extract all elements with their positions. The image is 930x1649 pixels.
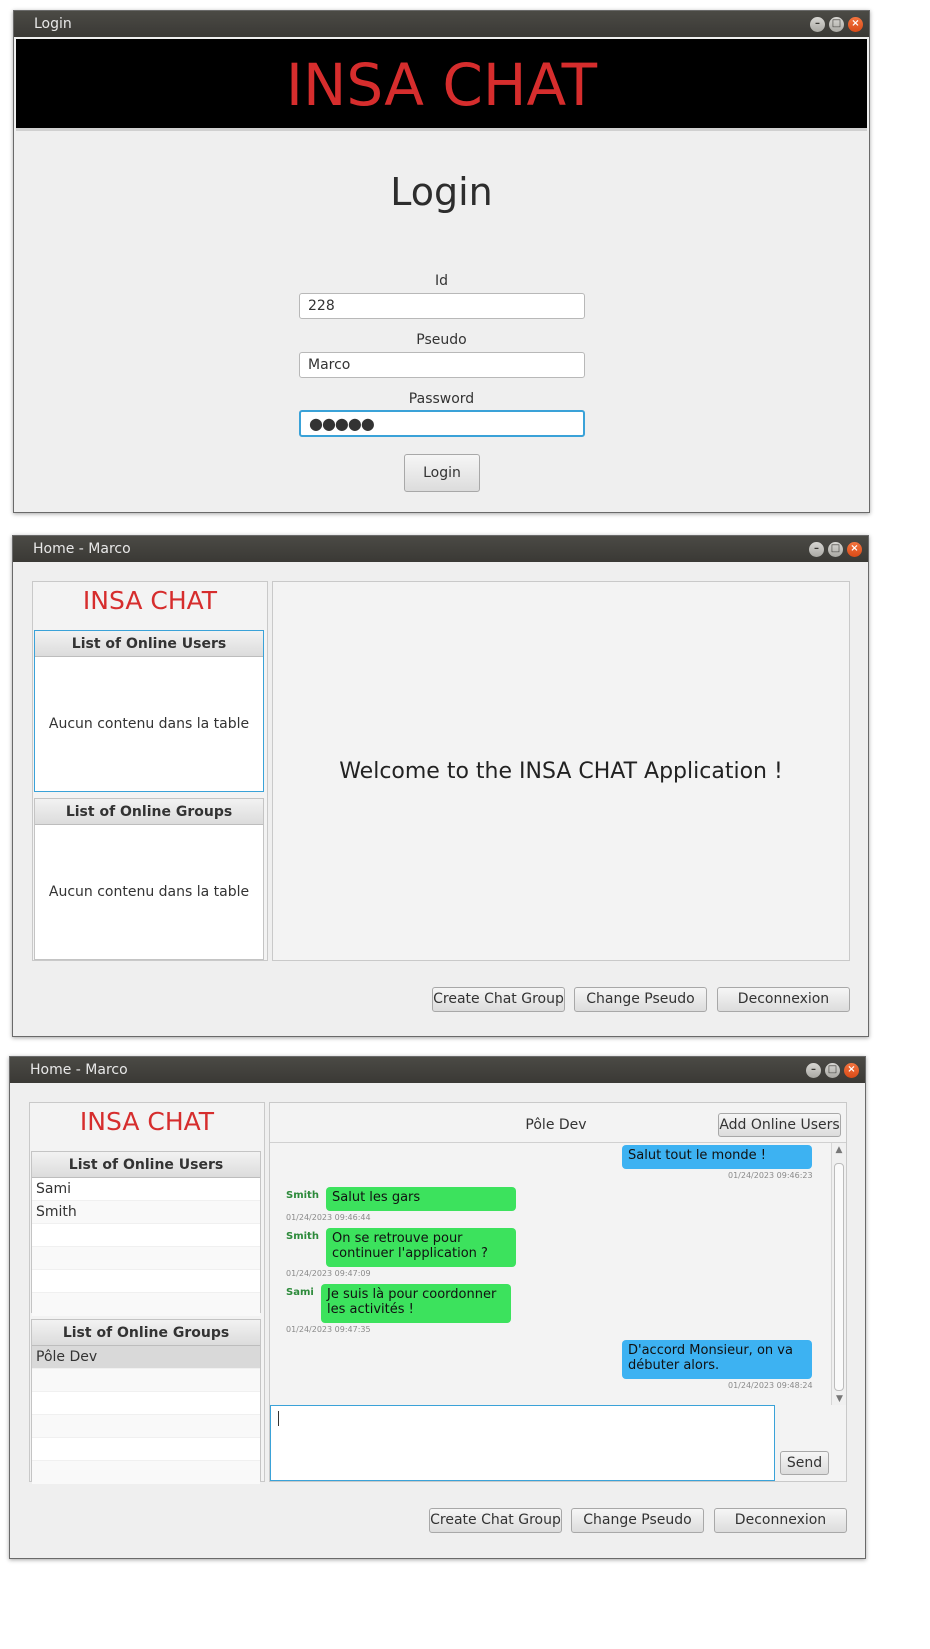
message-bubble-outgoing: Salut tout le monde !: [622, 1145, 812, 1169]
online-groups-table[interactable]: List of Online Groups Pôle Dev: [31, 1319, 261, 1484]
close-icon[interactable]: ×: [848, 17, 863, 32]
table-row: [32, 1224, 260, 1247]
deconnexion-button[interactable]: Deconnexion: [717, 987, 850, 1012]
chat-content: INSA CHAT List of Online Users Sami Smit…: [10, 1083, 865, 1558]
text-cursor: [278, 1411, 279, 1426]
table-row: [32, 1461, 260, 1484]
online-users-header[interactable]: List of Online Users: [35, 631, 263, 657]
welcome-message: Welcome to the INSA CHAT Application !: [339, 759, 783, 784]
home-content: INSA CHAT List of Online Users Aucun con…: [13, 562, 868, 1036]
maximize-icon[interactable]: □: [829, 17, 844, 32]
online-groups-table[interactable]: List of Online Groups Aucun contenu dans…: [34, 798, 264, 960]
id-field[interactable]: 228: [299, 293, 585, 319]
login-button[interactable]: Login: [404, 454, 480, 492]
table-row: [32, 1270, 260, 1293]
home-window: Home - Marco – □ × INSA CHAT List of Onl…: [12, 535, 869, 1037]
message-timestamp: 01/24/2023 09:46:44: [286, 1213, 371, 1222]
minimize-icon[interactable]: –: [806, 1063, 821, 1078]
message-bubble-incoming: On se retrouve pour continuer l'applicat…: [326, 1228, 516, 1267]
chat-pane: Pôle Dev Add Online Users Salut tout le …: [269, 1102, 847, 1482]
message-bubble-incoming: Je suis là pour coordonner les activités…: [321, 1284, 511, 1323]
message-bubble-outgoing: D'accord Monsieur, on va débuter alors.: [622, 1340, 812, 1379]
message-timestamp: 01/24/2023 09:47:35: [286, 1325, 371, 1334]
message-timestamp: 01/24/2023 09:46:23: [728, 1171, 813, 1180]
pseudo-field[interactable]: Marco: [299, 352, 585, 378]
login-heading: Login: [390, 170, 493, 214]
banner: INSA CHAT: [16, 39, 867, 131]
user-row-smith[interactable]: Smith: [32, 1201, 260, 1224]
window-title: Home - Marco: [30, 1062, 128, 1078]
maximize-icon[interactable]: □: [828, 542, 843, 557]
message-sender: Sami: [286, 1287, 314, 1298]
table-row: [32, 1415, 260, 1438]
window-title: Home - Marco: [33, 541, 131, 557]
minimize-icon[interactable]: –: [810, 17, 825, 32]
brand-title: INSA CHAT: [79, 1107, 215, 1136]
scroll-thumb[interactable]: [834, 1163, 844, 1391]
online-groups-header[interactable]: List of Online Groups: [32, 1320, 260, 1346]
user-row-sami[interactable]: Sami: [32, 1178, 260, 1201]
close-icon[interactable]: ×: [847, 542, 862, 557]
messages-scrollbar[interactable]: ▲ ▼: [831, 1143, 846, 1405]
message-sender: Smith: [286, 1190, 319, 1201]
users-empty-placeholder: Aucun contenu dans la table: [48, 716, 250, 732]
login-window: Login – □ × INSA CHAT Login Id 228 Pseud…: [13, 10, 870, 513]
online-users-header[interactable]: List of Online Users: [32, 1152, 260, 1178]
maximize-icon[interactable]: □: [825, 1063, 840, 1078]
minimize-icon[interactable]: –: [809, 542, 824, 557]
table-row: [32, 1247, 260, 1270]
sidebar: INSA CHAT List of Online Users Sami Smit…: [29, 1102, 265, 1484]
table-row: [32, 1438, 260, 1461]
message-timestamp: 01/24/2023 09:48:24: [728, 1381, 813, 1390]
group-row-pole-dev[interactable]: Pôle Dev: [32, 1346, 260, 1369]
login-content: INSA CHAT Login Id 228 Pseudo Marco Pass…: [14, 37, 869, 512]
home-titlebar[interactable]: Home - Marco – □ ×: [13, 536, 868, 562]
pseudo-label: Pseudo: [416, 332, 467, 348]
change-pseudo-button[interactable]: Change Pseudo: [571, 1508, 704, 1533]
chat-window: Home - Marco – □ × INSA CHAT List of Onl…: [9, 1056, 866, 1559]
message-bubble-incoming: Salut les gars: [326, 1187, 516, 1211]
sidebar: INSA CHAT List of Online Users Aucun con…: [32, 581, 268, 961]
banner-title: INSA CHAT: [285, 51, 598, 119]
online-groups-header[interactable]: List of Online Groups: [35, 799, 263, 825]
main-pane: Welcome to the INSA CHAT Application !: [272, 581, 850, 961]
messages-area[interactable]: Salut tout le monde ! 01/24/2023 09:46:2…: [270, 1142, 846, 1405]
table-row: [32, 1369, 260, 1392]
groups-empty-placeholder: Aucun contenu dans la table: [48, 884, 250, 900]
send-button[interactable]: Send: [780, 1451, 829, 1475]
chat-titlebar[interactable]: Home - Marco – □ ×: [10, 1057, 865, 1083]
close-icon[interactable]: ×: [844, 1063, 859, 1078]
password-label: Password: [408, 391, 475, 407]
id-label: Id: [434, 273, 448, 289]
brand-title: INSA CHAT: [82, 586, 218, 615]
change-pseudo-button[interactable]: Change Pseudo: [574, 987, 707, 1012]
online-users-table[interactable]: List of Online Users Aucun contenu dans …: [34, 630, 264, 792]
table-row: [32, 1392, 260, 1415]
online-users-table[interactable]: List of Online Users Sami Smith: [31, 1151, 261, 1316]
table-row: [32, 1293, 260, 1316]
create-chat-group-button[interactable]: Create Chat Group: [429, 1508, 562, 1533]
window-title: Login: [34, 16, 72, 32]
message-timestamp: 01/24/2023 09:47:09: [286, 1269, 371, 1278]
password-field[interactable]: ●●●●●: [299, 410, 585, 437]
scroll-up-icon[interactable]: ▲: [832, 1143, 846, 1157]
group-name: Pôle Dev: [525, 1117, 587, 1133]
login-titlebar[interactable]: Login – □ ×: [14, 11, 869, 37]
deconnexion-button[interactable]: Deconnexion: [714, 1508, 847, 1533]
message-sender: Smith: [286, 1231, 319, 1242]
message-input[interactable]: [270, 1405, 775, 1481]
create-chat-group-button[interactable]: Create Chat Group: [432, 987, 565, 1012]
scroll-down-icon[interactable]: ▼: [832, 1392, 846, 1405]
add-online-users-button[interactable]: Add Online Users: [718, 1113, 841, 1137]
